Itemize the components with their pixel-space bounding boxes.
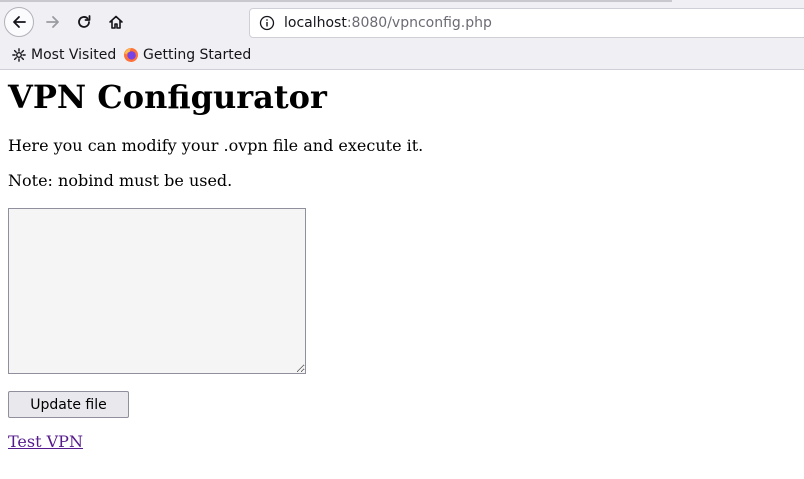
back-arrow-icon bbox=[13, 16, 26, 28]
note-text: Note: nobind must be used. bbox=[8, 171, 233, 190]
site-info-icon[interactable] bbox=[259, 15, 275, 31]
back-button[interactable] bbox=[4, 7, 34, 37]
bookmark-label: Getting Started bbox=[143, 47, 252, 63]
url-path: :8080/vpnconfig.php bbox=[346, 15, 492, 31]
bookmarks-toolbar: Most Visited Getting Started bbox=[0, 43, 804, 67]
test-link-wrap: Test VPN bbox=[8, 432, 796, 451]
update-file-button[interactable]: Update file bbox=[8, 391, 129, 418]
test-vpn-link[interactable]: Test VPN bbox=[8, 432, 83, 451]
url-host: localhost bbox=[284, 15, 347, 31]
home-icon bbox=[109, 15, 123, 29]
browser-chrome: localhost:8080/vpnconfig.php Most Visite… bbox=[0, 0, 804, 70]
page-content: VPN Configurator Here you can modify you… bbox=[0, 78, 804, 451]
bookmark-most-visited[interactable]: Most Visited bbox=[11, 46, 116, 64]
bookmark-getting-started[interactable]: Getting Started bbox=[123, 46, 251, 64]
forward-button[interactable] bbox=[38, 7, 68, 37]
forward-arrow-icon bbox=[46, 16, 59, 28]
address-bar[interactable]: localhost:8080/vpnconfig.php bbox=[249, 8, 804, 38]
bookmark-label: Most Visited bbox=[31, 47, 117, 63]
url-text: localhost:8080/vpnconfig.php bbox=[284, 15, 492, 31]
nav-toolbar: localhost:8080/vpnconfig.php bbox=[0, 4, 804, 42]
ovpn-config-textarea[interactable] bbox=[8, 208, 306, 374]
reload-icon bbox=[78, 15, 91, 28]
intro-text: Here you can modify your .ovpn file and … bbox=[8, 136, 424, 155]
page-title: VPN Configurator bbox=[8, 78, 327, 116]
firefox-icon bbox=[123, 47, 139, 63]
home-button[interactable] bbox=[101, 7, 131, 37]
gear-icon bbox=[11, 47, 27, 63]
tab-strip-edge bbox=[0, 0, 672, 2]
reload-button[interactable] bbox=[69, 7, 99, 37]
